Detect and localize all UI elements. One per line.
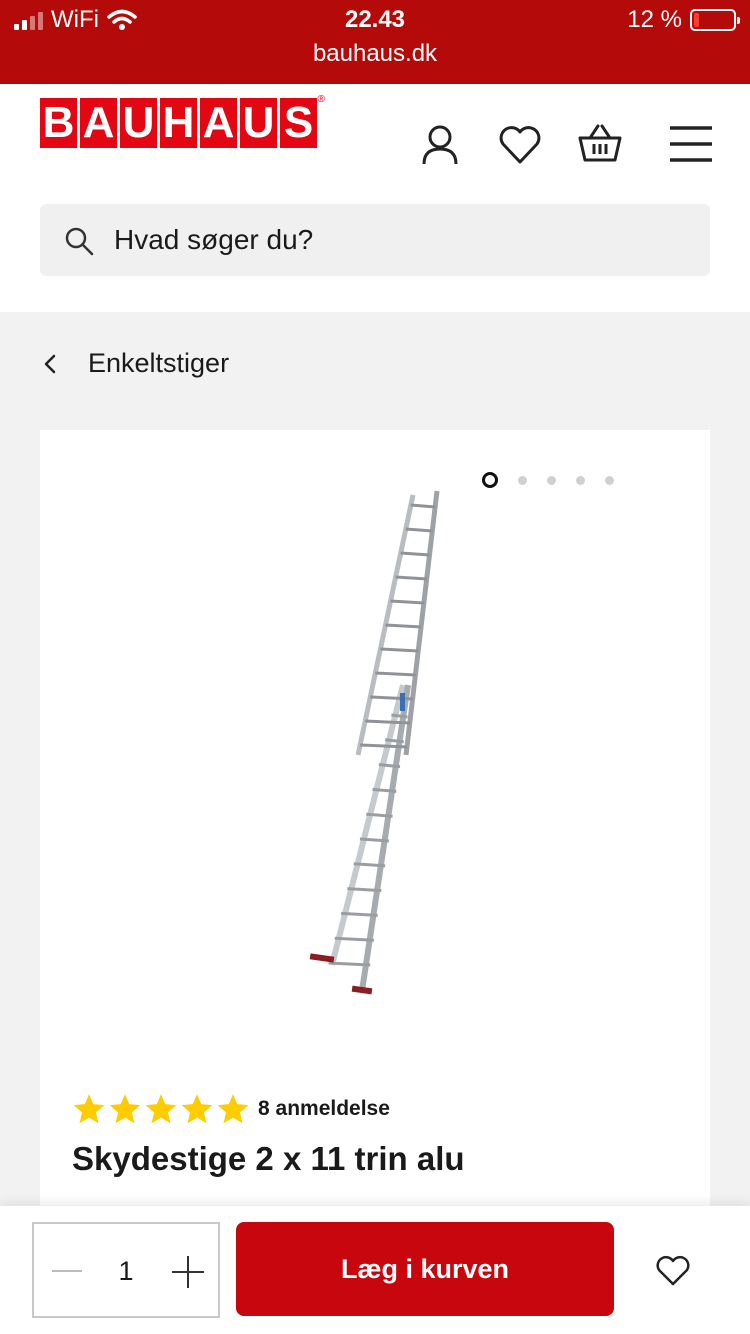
ladder-rung <box>334 936 375 942</box>
favorite-heart-icon[interactable] <box>654 1252 692 1288</box>
ladder-rung <box>366 812 393 818</box>
logo-letter: S <box>280 98 317 148</box>
status-right: 12 % <box>627 6 740 34</box>
breadcrumb-label[interactable]: Enkeltstiger <box>88 348 229 379</box>
search-input[interactable]: Hvad søger du? <box>114 224 313 256</box>
product-rating[interactable]: 8 anmeldelse <box>72 1092 390 1126</box>
ladder-rungs <box>328 503 436 967</box>
product-title: Skydestige 2 x 11 trin alu <box>72 1140 465 1177</box>
quantity-stepper: 1 <box>32 1222 220 1318</box>
logo-letter: B <box>40 98 77 148</box>
carousel-dot[interactable] <box>547 475 556 485</box>
ladder-rung <box>370 695 413 701</box>
product-image[interactable] <box>300 485 450 1005</box>
battery-level <box>694 13 699 27</box>
ladder-rung <box>380 647 419 653</box>
star-icon <box>180 1092 214 1126</box>
site-header: B A U H A U S ® Hvad søger du? <box>0 84 750 312</box>
star-icon <box>144 1092 178 1126</box>
logo-letter: U <box>120 98 157 148</box>
user-icon[interactable] <box>416 120 464 168</box>
sticky-purchase-bar: 1 Læg i kurven <box>0 1206 750 1334</box>
logo-letter: U <box>240 98 277 148</box>
product-card: 8 anmeldelse Skydestige 2 x 11 trin alu <box>40 430 710 1330</box>
ladder-rung <box>341 911 378 917</box>
star-icon <box>216 1092 250 1126</box>
ladder-rung <box>360 743 408 749</box>
carousel-dot[interactable] <box>482 472 498 488</box>
carousel-dot[interactable] <box>518 475 527 485</box>
ladder-rung <box>359 837 389 843</box>
search-icon <box>65 227 94 256</box>
ladder-rung <box>410 503 436 509</box>
url-bar[interactable]: bauhaus.dk <box>0 40 750 68</box>
bauhaus-logo[interactable]: B A U H A U S ® <box>40 94 325 148</box>
ladder-rung <box>353 862 386 868</box>
registered-mark: ® <box>317 94 325 105</box>
carousel-dot[interactable] <box>576 475 585 485</box>
star-icon <box>108 1092 142 1126</box>
ladder-rung <box>328 961 371 967</box>
logo-letter: H <box>160 98 197 148</box>
logo-letter: A <box>200 98 237 148</box>
rating-stars <box>72 1092 250 1126</box>
ladder-rung <box>347 887 382 893</box>
ladder-rung <box>378 763 401 769</box>
reviews-count[interactable]: 8 anmeldelse <box>258 1097 390 1121</box>
star-icon <box>72 1092 106 1126</box>
battery-percent: 12 % <box>627 6 682 33</box>
ladder-rung <box>385 623 422 629</box>
ladder-rung <box>395 575 427 581</box>
increase-quantity-button[interactable] <box>172 1256 204 1288</box>
chevron-left-icon[interactable] <box>40 349 60 379</box>
image-carousel-dots[interactable] <box>482 472 614 488</box>
logo-letter: A <box>80 98 117 148</box>
status-bar: WiFi 22.43 bauhaus.dk 12 % <box>0 0 750 84</box>
search-bar[interactable]: Hvad søger du? <box>40 204 710 276</box>
ladder-rung <box>400 551 430 557</box>
ladder-rung <box>390 599 425 605</box>
ladder-rung <box>405 527 433 533</box>
add-to-cart-button[interactable]: Læg i kurven <box>236 1222 614 1316</box>
breadcrumb[interactable]: Enkeltstiger <box>40 348 229 379</box>
ladder-rung <box>384 738 404 744</box>
basket-icon[interactable] <box>576 120 624 168</box>
ladder-rung <box>375 671 416 677</box>
ladder-rung <box>365 719 411 725</box>
ladder-rung <box>372 787 397 793</box>
carousel-dot[interactable] <box>605 475 614 485</box>
battery-icon <box>690 9 740 31</box>
menu-icon[interactable] <box>668 120 716 168</box>
heart-icon[interactable] <box>496 120 544 168</box>
ladder-rung <box>391 713 408 719</box>
